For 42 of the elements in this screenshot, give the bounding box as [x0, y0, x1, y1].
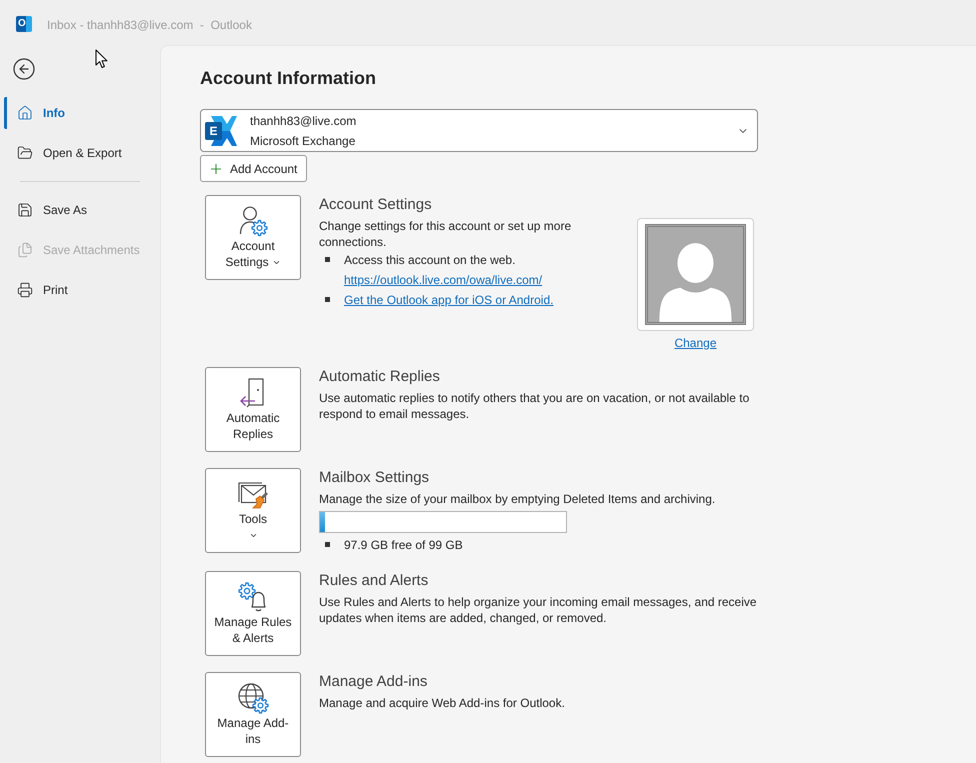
window-title: Inbox - thanhh83@live.com - Outlook [47, 17, 252, 34]
back-button[interactable] [12, 57, 36, 81]
mouse-pointer-icon [95, 49, 108, 69]
add-account-button[interactable]: Add Account [200, 155, 308, 182]
change-photo-link[interactable]: Change [674, 335, 717, 351]
open-export-tab[interactable]: Open & Export [4, 137, 154, 169]
section-description: Change settings for this account or set up more connections. [319, 218, 572, 250]
section-title: Manage Add-ins [319, 672, 428, 692]
bullet-text: Access this account on the web. [344, 252, 516, 269]
home-icon [17, 105, 33, 121]
section-description: Manage the size of your mailbox by emptying Deleted Items and archiving. [319, 491, 716, 507]
tools-button[interactable]: Tools [205, 468, 301, 553]
manage-rules-button[interactable]: Manage Rules & Alerts [205, 571, 301, 656]
section-description: Manage and acquire Web Add-ins for Outlook. [319, 695, 566, 711]
page-heading: Account Information [200, 67, 377, 90]
bullet-link[interactable]: https://outlook.live.com/owa/live.com/ [344, 270, 542, 290]
back-icon [12, 57, 36, 81]
person-gear-icon [237, 205, 269, 237]
bullet-link[interactable]: Get the Outlook app for iOS or Android. [344, 290, 554, 310]
section-title: Mailbox Settings [319, 468, 430, 488]
save-as-tab[interactable]: Save As [4, 194, 154, 226]
account-settings-button[interactable]: Account Settings [205, 195, 301, 280]
print-tab[interactable]: Print [4, 274, 154, 306]
section-title: Account Settings [319, 195, 433, 215]
bullet-icon [325, 257, 330, 262]
folder-icon [17, 145, 33, 161]
section-description: Use Rules and Alerts to help organize your incoming email messages, and receive updates when items are added, changed, or removed. [319, 594, 758, 626]
exchange-logo: E [205, 114, 237, 146]
manage-add-ins-button[interactable]: Manage Add-ins [205, 672, 301, 757]
bullet-icon [325, 542, 330, 547]
info-tab[interactable]: Info [4, 97, 154, 129]
section-title: Automatic Replies [319, 367, 441, 387]
account-selector[interactable]: E thanhh83@live.com Microsoft Exchange [200, 109, 758, 152]
automatic-replies-button[interactable]: Automatic Replies [205, 367, 301, 452]
files-icon [17, 242, 33, 258]
bullet-icon [325, 297, 330, 302]
section-description: Use automatic replies to notify others that you are on vacation, or not available to respond to email messages. [319, 390, 750, 422]
outlook-logo: O [16, 16, 32, 32]
bullet-text: 97.9 GB free of 99 GB [344, 537, 463, 554]
printer-icon [17, 282, 33, 298]
globe-gear-icon [237, 682, 269, 714]
section-title: Rules and Alerts [319, 571, 430, 591]
